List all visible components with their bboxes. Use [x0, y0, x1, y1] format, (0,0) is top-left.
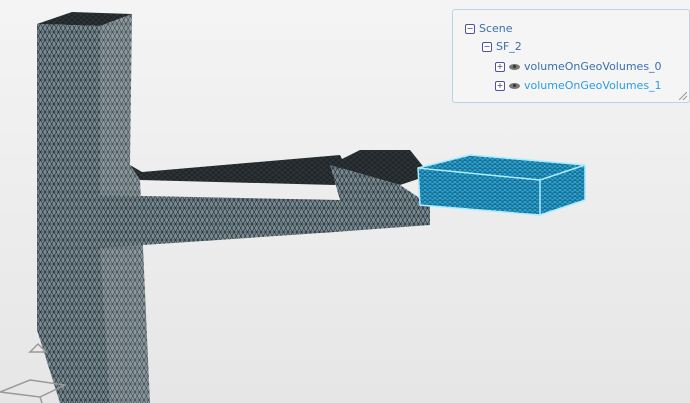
- collapse-icon[interactable]: −: [482, 41, 492, 52]
- tree-node-volume-0[interactable]: + volumeOnGeoVolumes_0: [495, 60, 662, 73]
- resize-handle[interactable]: [679, 92, 687, 100]
- expand-icon[interactable]: +: [495, 61, 505, 72]
- expand-icon[interactable]: +: [495, 80, 505, 91]
- scene-tree-panel: − Scene − SF_2 + volumeOnGeoVolumes_0 + …: [452, 9, 690, 103]
- selected-volume[interactable]: [417, 154, 586, 216]
- eye-icon[interactable]: [509, 63, 520, 70]
- tree-label[interactable]: Scene: [479, 22, 513, 35]
- tree-label[interactable]: volumeOnGeoVolumes_0: [524, 60, 662, 73]
- column-front-face: [37, 24, 340, 403]
- collapse-icon[interactable]: −: [465, 23, 475, 34]
- tree-label[interactable]: volumeOnGeoVolumes_1: [524, 79, 662, 92]
- arm-top-face: [130, 155, 345, 185]
- eye-icon[interactable]: [509, 82, 520, 89]
- tree-label[interactable]: SF_2: [496, 40, 522, 53]
- tree-node-sf2[interactable]: − SF_2: [482, 40, 522, 53]
- tree-node-scene[interactable]: − Scene: [465, 22, 513, 35]
- tree-node-volume-1[interactable]: + volumeOnGeoVolumes_1: [495, 79, 662, 92]
